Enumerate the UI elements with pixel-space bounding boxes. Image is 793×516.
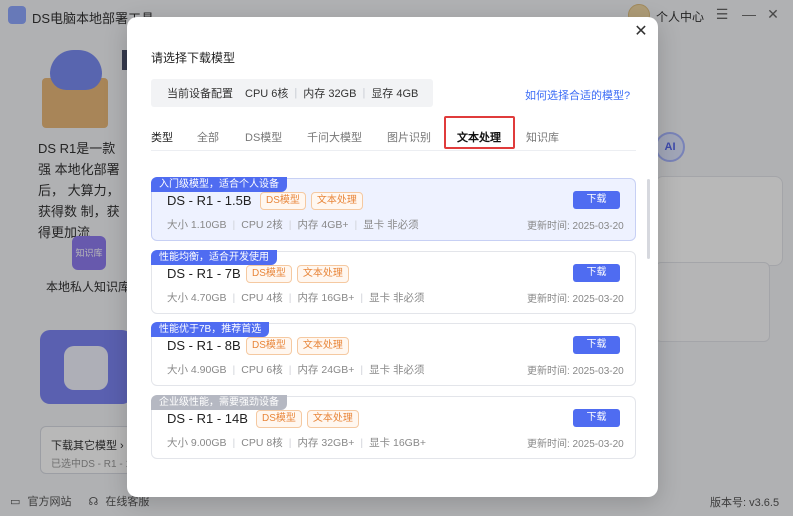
model-specs: 大小 4.70GB | CPU 4核 | 内存 16GB+ | 显卡 非必须	[167, 292, 425, 304]
model-name: DS - R1 - 8B	[167, 338, 241, 353]
model-memory: 内存 24GB+	[297, 364, 355, 376]
tag-text-processing: 文本处理	[306, 410, 359, 428]
config-label: 当前设备配置	[167, 88, 233, 100]
tag-ds-model: DS模型	[246, 265, 292, 283]
model-tags: DS模型 文本处理	[256, 410, 359, 428]
model-cpu: CPU 2核	[241, 219, 283, 231]
type-label: 类型	[151, 132, 173, 144]
model-cpu: CPU 4核	[241, 292, 283, 304]
model-name: DS - R1 - 7B	[167, 266, 241, 281]
dialog-title: 请选择下载模型	[151, 51, 236, 65]
config-memory: 内存 32GB	[303, 88, 357, 100]
model-cpu: CPU 8核	[241, 437, 283, 449]
model-tags: DS模型 文本处理	[246, 265, 349, 283]
tab-ds-model[interactable]: DS模型	[245, 129, 282, 145]
model-name: DS - R1 - 1.5B	[167, 193, 252, 208]
tag-text-processing: 文本处理	[296, 337, 349, 355]
tag-ds-model: DS模型	[256, 410, 302, 428]
config-cpu: CPU 6核	[245, 88, 289, 100]
model-download-dialog: 请选择下载模型 ✕ 当前设备配置 CPU 6核 | 内存 32GB | 显存 4…	[127, 17, 658, 497]
model-card[interactable]: 性能优于7B，推荐首选 DS - R1 - 8B DS模型 文本处理 大小 4.…	[151, 322, 636, 386]
model-tags: DS模型 文本处理	[246, 337, 349, 355]
device-config-bar: 当前设备配置 CPU 6核 | 内存 32GB | 显存 4GB	[151, 79, 433, 107]
download-button[interactable]: 下载	[573, 409, 620, 427]
tag-ds-model: DS模型	[260, 192, 306, 210]
model-card[interactable]: 性能均衡，适合开发使用 DS - R1 - 7B DS模型 文本处理 大小 4.…	[151, 250, 636, 314]
model-size: 大小 9.00GB	[167, 437, 227, 449]
model-card[interactable]: 企业级性能，需要强劲设备 DS - R1 - 14B DS模型 文本处理 大小 …	[151, 395, 636, 459]
model-gpu: 显卡 16GB+	[369, 437, 426, 449]
model-gpu: 显卡 非必须	[369, 292, 425, 304]
model-size: 大小 4.70GB	[167, 292, 227, 304]
type-filter-tabs: 类型 全部 DS模型 千问大模型 图片识别 文本处理 知识库	[151, 121, 636, 151]
model-updated: 更新时间: 2025-03-20	[527, 366, 624, 377]
download-button[interactable]: 下载	[573, 191, 620, 209]
model-size: 大小 1.10GB	[167, 219, 227, 231]
tab-qwen-model[interactable]: 千问大模型	[307, 129, 362, 145]
model-memory: 内存 32GB+	[297, 437, 355, 449]
model-size: 大小 4.90GB	[167, 364, 227, 376]
model-name: DS - R1 - 14B	[167, 411, 248, 426]
model-gpu: 显卡 非必须	[363, 219, 419, 231]
model-gpu: 显卡 非必须	[369, 364, 425, 376]
model-specs: 大小 1.10GB | CPU 2核 | 内存 4GB+ | 显卡 非必须	[167, 219, 419, 231]
close-icon[interactable]: ✕	[633, 23, 649, 41]
tab-all[interactable]: 全部	[197, 129, 219, 145]
model-updated: 更新时间: 2025-03-20	[527, 439, 624, 450]
model-cpu: CPU 6核	[241, 364, 283, 376]
model-badge: 性能优于7B，推荐首选	[151, 322, 270, 337]
model-badge: 入门级模型，适合个人设备	[151, 177, 287, 192]
model-card[interactable]: 入门级模型，适合个人设备 DS - R1 - 1.5B DS模型 文本处理 大小…	[151, 177, 636, 241]
download-button[interactable]: 下载	[573, 336, 620, 354]
active-tab-highlight	[444, 116, 515, 149]
model-updated: 更新时间: 2025-03-20	[527, 294, 624, 305]
list-scrollbar[interactable]	[647, 179, 650, 259]
tab-knowledge-base[interactable]: 知识库	[526, 129, 559, 145]
model-tags: DS模型 文本处理	[260, 192, 363, 210]
model-specs: 大小 9.00GB | CPU 8核 | 内存 32GB+ | 显卡 16GB+	[167, 437, 426, 449]
model-badge: 企业级性能，需要强劲设备	[151, 395, 287, 410]
model-updated: 更新时间: 2025-03-20	[527, 221, 624, 232]
help-choose-model-link[interactable]: 如何选择合适的模型?	[525, 87, 630, 103]
config-gpu: 显存 4GB	[371, 88, 419, 100]
tag-ds-model: DS模型	[246, 337, 292, 355]
model-specs: 大小 4.90GB | CPU 6核 | 内存 24GB+ | 显卡 非必须	[167, 364, 425, 376]
download-button[interactable]: 下载	[573, 264, 620, 282]
tag-text-processing: 文本处理	[296, 265, 349, 283]
tab-image-recognition[interactable]: 图片识别	[387, 129, 431, 145]
tag-text-processing: 文本处理	[310, 192, 363, 210]
model-badge: 性能均衡，适合开发使用	[151, 250, 277, 265]
model-memory: 内存 4GB+	[297, 219, 349, 231]
model-memory: 内存 16GB+	[297, 292, 355, 304]
